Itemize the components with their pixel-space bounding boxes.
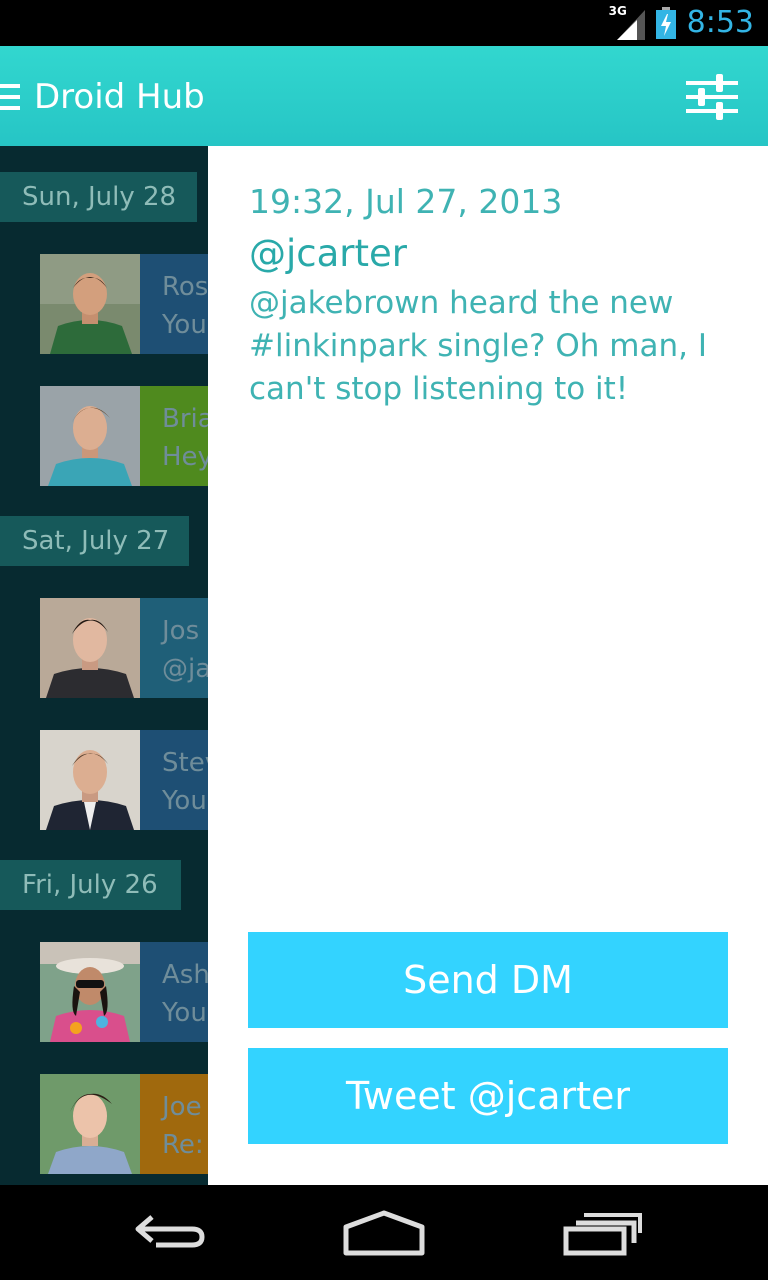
home-icon[interactable]	[336, 1205, 432, 1261]
feed-item-name: Jos	[162, 616, 200, 646]
feed-item[interactable]: Bria Hey	[40, 386, 208, 486]
feed-item[interactable]: Ash You	[40, 942, 208, 1042]
navigation-bar	[0, 1185, 768, 1280]
tweet-username[interactable]: @jcarter	[249, 232, 407, 276]
avatar	[40, 942, 140, 1042]
feed-item[interactable]: Jos @ja	[40, 598, 208, 698]
tweet-text: @jakebrown heard the new #linkinpark sin…	[249, 285, 707, 407]
app-title[interactable]: Droid Hub	[34, 76, 205, 118]
feed-item-text: You	[162, 786, 207, 816]
date-header: Sat, July 27	[0, 516, 189, 566]
app-bar: Droid Hub	[0, 46, 768, 146]
feed-item-preview: Ros You	[140, 254, 208, 354]
feed-item-text: Re:	[162, 1130, 204, 1160]
send-dm-button[interactable]: Send DM	[248, 932, 728, 1028]
feed-item-name: Bria	[162, 404, 208, 434]
tweet-reply-button[interactable]: Tweet @jcarter	[248, 1048, 728, 1144]
feed-item-text: @ja	[162, 654, 208, 684]
feed-item-name: Stev	[162, 748, 208, 778]
date-header: Sun, July 28	[0, 172, 197, 222]
feed-item[interactable]: Joe Re:	[40, 1074, 208, 1174]
feed-item-preview: Jos @ja	[140, 598, 208, 698]
tweet-timestamp: 19:32, Jul 27, 2013	[249, 182, 563, 221]
back-icon[interactable]	[122, 1205, 218, 1261]
message-feed: Sun, July 28 Ros You Bria Hey Sat, July …	[0, 146, 208, 1185]
avatar	[40, 598, 140, 698]
menu-icon[interactable]	[0, 84, 22, 110]
feed-item-name: Joe	[162, 1092, 202, 1122]
avatar	[40, 730, 140, 830]
feed-item[interactable]: Stev You	[40, 730, 208, 830]
feed-item-text: You	[162, 998, 207, 1028]
recent-apps-icon[interactable]	[552, 1205, 648, 1261]
feed-item-name: Ros	[162, 272, 208, 302]
feed-item-preview: Ash You	[140, 942, 208, 1042]
avatar	[40, 254, 140, 354]
clock: 8:53	[686, 5, 754, 40]
network-type-label: 3G	[608, 4, 627, 18]
battery-icon	[655, 6, 677, 40]
feed-item-preview: Bria Hey	[140, 386, 208, 486]
feed-item[interactable]: Ros You	[40, 254, 208, 354]
feed-item-preview: Joe Re:	[140, 1074, 208, 1174]
avatar	[40, 386, 140, 486]
status-icons: 3G 8:53	[609, 4, 754, 42]
feed-item-preview: Stev You	[140, 730, 208, 830]
filter-sliders-icon[interactable]	[686, 72, 738, 122]
tweet-detail-panel: 19:32, Jul 27, 2013 @jcarter @jakebrown …	[208, 146, 768, 1185]
feed-item-name: Ash	[162, 960, 208, 990]
status-bar: 3G 8:53	[0, 0, 768, 46]
feed-item-text: Hey	[162, 442, 208, 472]
avatar	[40, 1074, 140, 1174]
feed-item-text: You	[162, 310, 207, 340]
date-header: Fri, July 26	[0, 860, 181, 910]
signal-icon: 3G	[608, 4, 645, 40]
